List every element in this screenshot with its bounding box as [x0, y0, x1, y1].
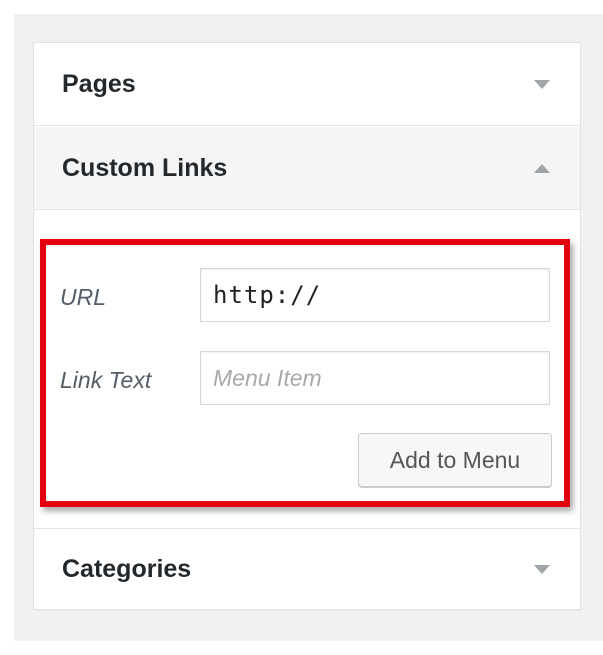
custom-links-section-title: Custom Links — [62, 153, 228, 182]
categories-section-header[interactable]: Categories — [34, 528, 580, 609]
pages-section-title: Pages — [62, 69, 136, 98]
custom-links-section-header[interactable]: Custom Links — [34, 127, 580, 210]
add-to-menu-button[interactable]: Add to Menu — [358, 433, 552, 487]
categories-section-title: Categories — [62, 554, 192, 583]
link-text-input[interactable] — [200, 351, 550, 405]
chevron-down-icon[interactable] — [534, 564, 550, 574]
chevron-down-icon[interactable] — [534, 79, 550, 89]
link-text-label: Link Text — [60, 367, 152, 393]
url-input[interactable] — [200, 268, 550, 322]
chevron-up-icon[interactable] — [534, 163, 550, 173]
pages-section-header[interactable]: Pages — [34, 43, 580, 126]
url-label: URL — [60, 284, 107, 310]
